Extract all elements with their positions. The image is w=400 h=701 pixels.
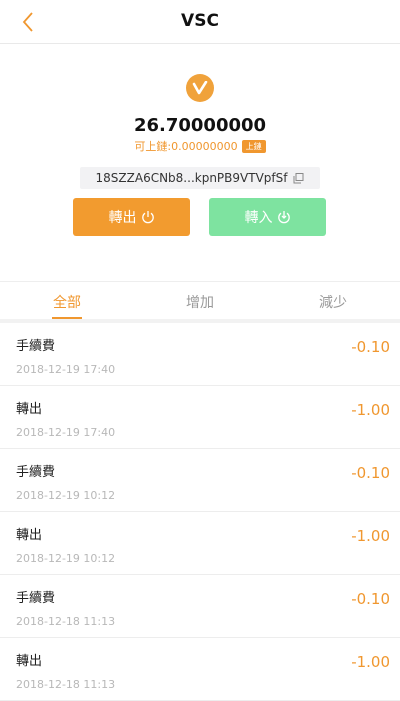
power-icon	[141, 211, 154, 224]
transaction-title: 手續費	[16, 591, 56, 606]
transaction-title: 手續費	[16, 465, 56, 480]
transaction-amount: -1.00	[351, 527, 390, 545]
filter-tabs: 全部 增加 減少	[0, 281, 400, 319]
tab-all[interactable]: 全部	[37, 292, 97, 312]
list-item[interactable]: 手續費 2018-12-19 17:40 -0.10	[0, 323, 400, 386]
list-item[interactable]: 轉出 2018-12-19 17:40 -1.00	[0, 386, 400, 449]
tab-decrease[interactable]: 減少	[303, 292, 363, 312]
download-icon	[277, 211, 290, 224]
copy-icon[interactable]	[293, 172, 304, 184]
transfer-out-button[interactable]: 轉出	[73, 198, 190, 236]
wallet-address[interactable]: 18SZZA6CNb8...kpnPB9VTVpfSf	[80, 167, 320, 189]
transaction-time: 2018-12-19 17:40	[16, 426, 116, 439]
transaction-time: 2018-12-18 11:13	[16, 615, 116, 628]
transaction-title: 轉出	[16, 528, 43, 543]
transaction-amount: -0.10	[351, 464, 390, 482]
transfer-in-label: 轉入	[244, 210, 273, 226]
transaction-time: 2018-12-19 10:12	[16, 552, 116, 565]
transaction-title: 轉出	[16, 402, 43, 417]
list-item[interactable]: 轉出 2018-12-19 10:12 -1.00	[0, 512, 400, 575]
transaction-amount: -0.10	[351, 338, 390, 356]
tab-increase[interactable]: 增加	[170, 292, 230, 312]
transaction-title: 手續費	[16, 339, 56, 354]
transaction-title: 轉出	[16, 654, 43, 669]
on-chain-label: 可上鏈:0.00000000	[134, 140, 238, 153]
transaction-time: 2018-12-19 17:40	[16, 363, 116, 376]
transaction-time: 2018-12-19 10:12	[16, 489, 116, 502]
list-item[interactable]: 手續費 2018-12-19 10:12 -0.10	[0, 449, 400, 512]
on-chain-info: 可上鏈:0.00000000 上鏈	[0, 138, 400, 154]
transaction-amount: -1.00	[351, 653, 390, 671]
on-chain-button[interactable]: 上鏈	[241, 139, 266, 153]
transfer-in-button[interactable]: 轉入	[209, 198, 326, 236]
v-coin-icon	[186, 74, 214, 102]
transaction-amount: -1.00	[351, 401, 390, 419]
nav-bar: VSC	[0, 0, 400, 44]
transaction-time: 2018-12-18 11:13	[16, 678, 116, 691]
transfer-out-label: 轉出	[108, 210, 137, 226]
list-item[interactable]: 轉出 2018-12-18 11:13 -1.00	[0, 638, 400, 701]
transaction-amount: -0.10	[351, 590, 390, 608]
list-item[interactable]: 手續費 2018-12-18 11:13 -0.10	[0, 575, 400, 638]
transaction-list: 手續費 2018-12-19 17:40 -0.10 轉出 2018-12-19…	[0, 323, 400, 701]
address-text: 18SZZA6CNb8...kpnPB9VTVpfSf	[95, 171, 288, 185]
balance-amount: 26.70000000	[133, 115, 267, 136]
page-title: VSC	[181, 11, 219, 31]
